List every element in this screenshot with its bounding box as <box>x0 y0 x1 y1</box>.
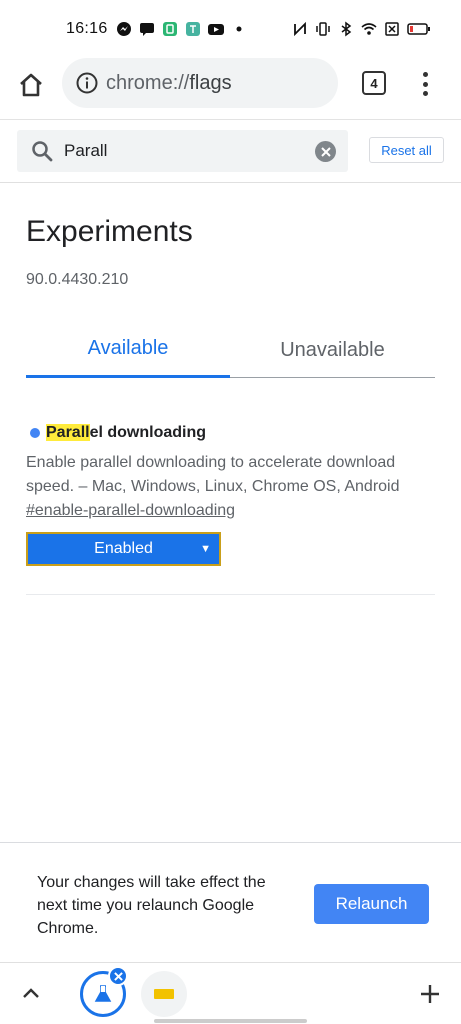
tab-switcher-button[interactable]: 4 <box>362 71 386 95</box>
search-icon <box>32 141 53 162</box>
experiment-title-rest: el downloading <box>89 424 207 441</box>
relaunch-bar: Your changes will take effect the next t… <box>0 842 461 962</box>
close-icon <box>320 146 331 157</box>
wifi-icon <box>361 23 377 35</box>
tab-available[interactable]: Available <box>26 322 230 378</box>
experiment-title: Parallel downloading <box>46 424 206 442</box>
system-icons <box>292 21 431 37</box>
flask-icon <box>94 985 112 1002</box>
nfc-icon <box>294 21 306 37</box>
app-icon-teal <box>186 22 200 36</box>
app-icon-green <box>163 22 177 36</box>
notification-icons <box>116 21 247 37</box>
home-icon <box>20 73 42 97</box>
page-title: Experiments <box>26 215 193 248</box>
dropdown-caret-icon: ▼ <box>200 543 211 555</box>
relaunch-message: Your changes will take effect the next t… <box>37 874 266 937</box>
version-label: 90.0.4430.210 <box>26 271 129 288</box>
experiment-title-row: Parallel downloading <box>26 420 435 446</box>
relaunch-button[interactable]: Relaunch <box>314 884 429 924</box>
experiment-state-select[interactable]: Enabled ▼ <box>26 532 221 566</box>
url-scheme: chrome:// <box>106 71 190 94</box>
url-path: flags <box>189 71 232 94</box>
tab-unavailable[interactable]: Unavailable <box>230 322 435 378</box>
tab-thumbnail[interactable] <box>141 971 187 1017</box>
browser-toolbar: chrome://flags 4 <box>0 58 461 120</box>
dot-icon <box>236 26 242 32</box>
url-text: chrome://flags <box>106 72 232 95</box>
site-favicon-icon <box>154 989 174 999</box>
status-time: 16:16 <box>66 20 108 37</box>
divider <box>26 594 435 595</box>
overflow-menu-button[interactable] <box>415 70 435 98</box>
chevron-up-icon[interactable] <box>20 983 42 1005</box>
selected-option: Enabled <box>94 540 153 557</box>
menu-dot <box>422 72 428 77</box>
search-box[interactable] <box>17 130 348 172</box>
messenger-icon <box>117 22 131 36</box>
sim-off-icon <box>385 22 399 36</box>
modified-indicator-icon <box>30 428 40 438</box>
flags-search-row: Reset all <box>0 121 461 183</box>
clear-search-button[interactable] <box>315 141 336 162</box>
close-tab-button[interactable] <box>108 966 128 986</box>
search-input[interactable] <box>64 141 294 161</box>
youtube-icon <box>208 24 224 35</box>
menu-dot <box>422 91 428 96</box>
menu-dot <box>422 81 428 87</box>
bluetooth-icon <box>341 21 352 37</box>
search-match-highlight: Parall <box>46 424 90 441</box>
tab-bar: Available Unavailable <box>26 322 435 378</box>
status-bar: 16:16 <box>0 0 461 58</box>
chat-icon <box>140 23 154 36</box>
battery-icon <box>407 23 430 35</box>
experiment-item: Parallel downloading Enable parallel dow… <box>26 420 435 566</box>
bottom-tab-strip <box>0 962 461 1024</box>
close-icon <box>113 971 123 981</box>
home-button[interactable] <box>14 68 48 102</box>
omnibox[interactable]: chrome://flags <box>62 58 338 108</box>
vibrate-icon <box>316 22 330 36</box>
experiment-permalink[interactable]: #enable-parallel-downloading <box>26 502 235 520</box>
new-tab-plus-icon[interactable] <box>418 982 442 1006</box>
reset-all-button[interactable]: Reset all <box>369 137 444 163</box>
experiment-description: Enable parallel downloading to accelerat… <box>26 454 400 495</box>
info-icon[interactable] <box>76 72 98 94</box>
gesture-bar <box>154 1019 307 1023</box>
